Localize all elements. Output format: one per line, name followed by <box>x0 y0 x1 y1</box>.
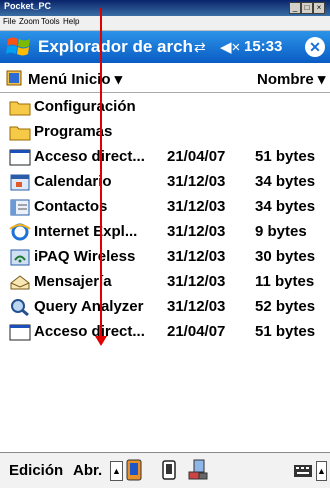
file-size: 9 bytes <box>255 223 307 240</box>
file-date: 31/12/03 <box>167 198 226 215</box>
menu-help[interactable]: Help <box>63 17 79 26</box>
emulator-menu-bar: File Zoom Tools Help <box>0 16 330 31</box>
file-name: Acceso direct... <box>34 323 145 340</box>
file-size: 51 bytes <box>255 148 316 165</box>
file-date: 31/12/03 <box>167 173 226 190</box>
list-item[interactable]: Contactos 31/12/03 34 bytes <box>0 195 330 220</box>
windows-logo-icon[interactable] <box>6 35 32 59</box>
sd-card-icon[interactable] <box>162 460 176 480</box>
menu-zoom[interactable]: Zoom <box>19 17 39 26</box>
menu-tools[interactable]: Tools <box>41 17 60 26</box>
location-dropdown[interactable]: Menú Inicio ▾ <box>28 70 122 88</box>
file-date: 21/04/07 <box>167 323 226 340</box>
file-date: 31/12/03 <box>167 248 226 265</box>
app-title: Explorador de arch <box>38 37 193 56</box>
file-name: Internet Expl... <box>34 223 138 240</box>
sort-dropdown[interactable]: Nombre ▾ <box>257 70 325 88</box>
list-item[interactable]: iPAQ Wireless 31/12/03 30 bytes <box>0 245 330 270</box>
file-size: 51 bytes <box>255 323 316 340</box>
file-name: iPAQ Wireless <box>34 248 136 265</box>
emulator-window-title: Pocket_PC <box>4 1 52 11</box>
list-item[interactable]: Configuración <box>0 95 330 120</box>
file-date: 31/12/03 <box>167 298 226 315</box>
list-item[interactable]: Calendario 31/12/03 34 bytes <box>0 170 330 195</box>
list-item[interactable]: Programas <box>0 120 330 145</box>
annotation-arrow-line <box>100 8 102 340</box>
file-name: Query Analyzer <box>34 298 144 315</box>
close-window-button[interactable]: × <box>313 2 325 14</box>
file-name: Acceso direct... <box>34 148 145 165</box>
list-item[interactable]: Mensajería 31/12/03 11 bytes <box>0 270 330 295</box>
keyboard-icon[interactable] <box>293 464 313 478</box>
edit-menu-button[interactable]: Edición <box>9 462 63 479</box>
emulator-title-bar: Pocket_PC _ □ × <box>0 0 330 16</box>
ppc-title-bar: Explorador de arch ⇄ ◀× 15:33 ✕ <box>0 31 330 63</box>
file-size: 52 bytes <box>255 298 316 315</box>
volume-icon[interactable]: ◀× <box>220 38 240 56</box>
phone-icon[interactable] <box>126 459 142 481</box>
calendar-icon <box>10 174 30 191</box>
network-icon[interactable] <box>187 459 209 481</box>
folder-icon <box>9 101 31 116</box>
file-date: 31/12/03 <box>167 223 226 240</box>
close-app-button[interactable]: ✕ <box>305 37 325 57</box>
menu-file[interactable]: File <box>3 17 16 26</box>
folder-icon <box>9 126 31 141</box>
list-item[interactable]: Query Analyzer 31/12/03 52 bytes <box>0 295 330 320</box>
file-size: 30 bytes <box>255 248 316 265</box>
file-name: Configuración <box>34 98 136 115</box>
internet-explorer-icon <box>9 223 31 241</box>
file-date: 31/12/03 <box>167 273 226 290</box>
maximize-button[interactable]: □ <box>301 2 313 14</box>
messaging-icon <box>10 275 30 290</box>
shortcut-icon <box>9 324 31 341</box>
file-size: 34 bytes <box>255 173 316 190</box>
wireless-icon <box>10 249 30 266</box>
file-name: Contactos <box>34 198 108 215</box>
bottom-toolbar: Edición Abr. ▲ ▲ <box>0 452 330 488</box>
contacts-icon <box>10 199 30 216</box>
file-date: 21/04/07 <box>167 148 226 165</box>
file-size: 11 bytes <box>255 273 315 290</box>
file-size: 34 bytes <box>255 198 316 215</box>
open-menu-button[interactable]: Abr. <box>73 462 102 479</box>
keyboard-toggle-arrow-icon[interactable]: ▲ <box>316 461 327 481</box>
up-arrow-icon[interactable]: ▲ <box>110 461 123 481</box>
list-item[interactable]: Acceso direct... 21/04/07 51 bytes <box>0 145 330 170</box>
list-header: Menú Inicio ▾ Nombre ▾ <box>0 64 330 93</box>
folder-icon <box>6 70 22 86</box>
annotation-arrow-head <box>95 336 107 346</box>
clock[interactable]: 15:33 <box>244 38 282 55</box>
list-item[interactable]: Acceso direct... 21/04/07 51 bytes <box>0 320 330 345</box>
connectivity-icon[interactable]: ⇄ <box>194 39 206 56</box>
shortcut-icon <box>9 149 31 166</box>
minimize-button[interactable]: _ <box>289 2 301 14</box>
query-analyzer-icon <box>11 299 29 316</box>
list-item[interactable]: Internet Expl... 31/12/03 9 bytes <box>0 220 330 245</box>
